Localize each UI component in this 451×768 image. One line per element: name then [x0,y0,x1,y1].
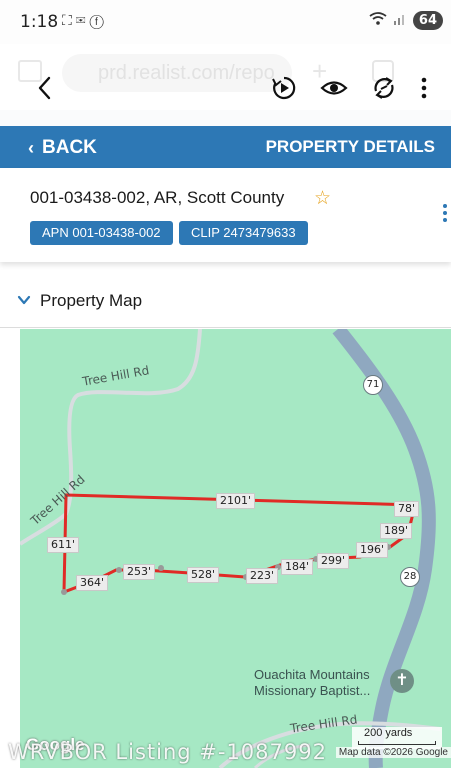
mail-icon: ✉ [75,12,90,28]
wifi-icon [369,12,387,29]
app-nav-bar: ‹ BACK PROPERTY DETAILS [0,126,451,168]
highway-28-shield: 28 [400,567,420,587]
boundary-length-label: 299' [317,553,350,569]
boundary-length-label: 2101' [216,493,256,509]
chevron-down-icon [17,295,31,305]
poi-name-line2: Missionary Baptist... [254,683,371,698]
chevron-left-icon: ‹ [28,137,34,158]
facebook-icon: ⓕ [89,12,108,28]
boundary-length-label: 364' [76,575,109,591]
clip-chip[interactable]: CLIP 2473479633 [179,221,308,245]
highway-71-shield: 71 [363,375,383,395]
battery-indicator: 64 [412,11,443,30]
map-left-margin [0,329,20,768]
boundary-length-label: 189' [380,523,413,539]
boundary-length-label: 78' [394,501,420,517]
signal-icon [393,12,407,29]
star-outline-icon[interactable]: ☆ [314,187,331,210]
boundary-vertices [61,544,391,595]
screenshot-icon: ⛶ [62,12,76,28]
boundary-length-label: 184' [281,559,314,575]
page: 1:18 ⛶✉ⓕ 64 prd.realist.com/repo + ‹ BAC… [0,0,451,768]
notification-icons: ⛶✉ⓕ [62,12,108,29]
poi-name-line1: Ouachita Mountains [254,667,370,682]
back-arrow-icon[interactable] [34,74,58,102]
property-details-tab[interactable]: PROPERTY DETAILS [266,126,435,168]
listing-watermark: WRVBOR Listing #-1087992 [8,740,327,764]
boundary-length-label: 528' [187,567,220,583]
map-attribution: Map data ©2026 Google [335,747,451,758]
boundary-length-label: 611' [47,537,80,553]
sync-icon[interactable] [371,75,397,101]
status-bar: 1:18 ⛶✉ⓕ 64 [0,0,451,44]
boundary-length-label: 196' [356,542,389,558]
property-map-header[interactable]: Property Map [0,274,451,328]
map-scale: 200 yards [352,727,442,749]
header-spacer [0,110,451,126]
apn-chip[interactable]: APN 001-03438-002 [30,221,173,245]
more-options-icon[interactable] [443,204,451,225]
boundary-length-label: 253' [123,564,156,580]
eye-icon[interactable] [320,75,348,101]
back-label: BACK [42,136,97,158]
more-vertical-icon[interactable] [418,75,430,101]
boundary-length-label: 223' [246,568,279,584]
play-icon[interactable] [271,75,297,101]
church-icon[interactable]: ✝ [390,669,414,693]
status-time: 1:18 [20,12,59,32]
nav-title: PROPERTY DETAILS [265,137,435,156]
scale-text: 200 yards [364,727,413,739]
property-title: 001-03438-002, AR, Scott County [30,188,285,207]
back-button[interactable]: ‹ BACK [28,126,97,168]
property-map[interactable]: Tree Hill Rd Tree Hill Rd Tree Hill Rd 7… [20,329,451,768]
browser-toolbar [0,66,451,110]
section-title: Property Map [40,291,143,310]
status-right: 64 [369,11,443,30]
property-card: 001-03438-002, AR, Scott County ☆ APN 00… [0,168,451,262]
